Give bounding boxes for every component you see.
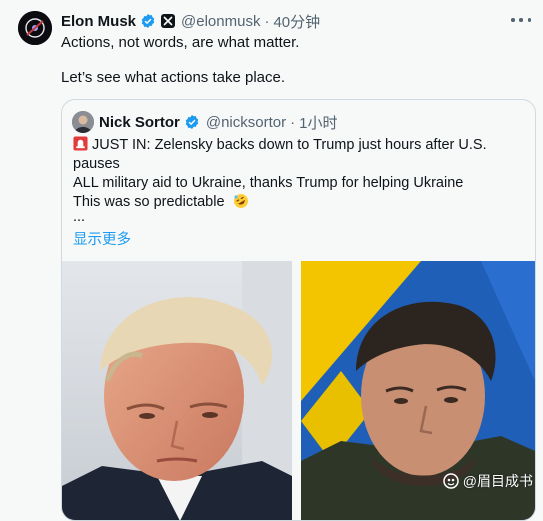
rotating-light-icon (73, 136, 88, 151)
quote-predictable: This was so predictable (73, 194, 225, 210)
watermark: @眉目成书 (443, 471, 533, 491)
quote-header: Nick Sortor @nicksortor · 1小时 (99, 112, 337, 132)
verified-badge-icon (184, 114, 200, 130)
author-handle[interactable]: @elonmusk (181, 13, 260, 30)
quote-text-line-3: This was so predictable (73, 192, 249, 212)
watermark-logo-icon (443, 473, 459, 489)
quote-ellipsis: ... (73, 209, 86, 225)
more-horizontal-icon[interactable] (511, 13, 531, 27)
quote-body: JUST IN: Zelensky backs down to Trump ju… (73, 136, 528, 193)
show-more-link[interactable]: 显示更多 (73, 228, 131, 249)
quote-author-handle[interactable]: @nicksortor (206, 114, 286, 131)
verified-badge-icon (140, 13, 156, 29)
quote-author-name[interactable]: Nick Sortor (99, 114, 180, 131)
quote-time[interactable]: 1小时 (299, 112, 337, 133)
tweet-text-line-1: Actions, not words, are what matter. (61, 34, 300, 51)
separator-dot: · (290, 113, 296, 131)
tweet-time[interactable]: 40分钟 (273, 11, 320, 32)
quote-line-1: JUST IN: Zelensky backs down to Trump ju… (73, 136, 528, 174)
tweet: Elon Musk @elonmusk · 40分钟 Actions, not … (0, 0, 543, 521)
separator-dot: · (264, 12, 270, 30)
x-logo-icon (161, 14, 176, 28)
media-photo-left[interactable] (62, 261, 292, 520)
rofl-emoji-icon (233, 193, 249, 209)
quote-text-line-1: JUST IN: Zelensky backs down to Trump ju… (73, 137, 487, 172)
quoted-tweet[interactable]: Nick Sortor @nicksortor · 1小时 JUST IN: Z… (61, 99, 536, 521)
quote-author-avatar[interactable] (72, 111, 94, 133)
tweet-text-line-2: Let’s see what actions take place. (61, 69, 286, 86)
author-name[interactable]: Elon Musk (61, 13, 136, 30)
author-avatar[interactable] (18, 11, 52, 45)
tweet-header: Elon Musk @elonmusk · 40分钟 (61, 11, 320, 31)
watermark-text: @眉目成书 (462, 473, 533, 489)
quote-text-line-2: ALL military aid to Ukraine, thanks Trum… (73, 175, 464, 191)
